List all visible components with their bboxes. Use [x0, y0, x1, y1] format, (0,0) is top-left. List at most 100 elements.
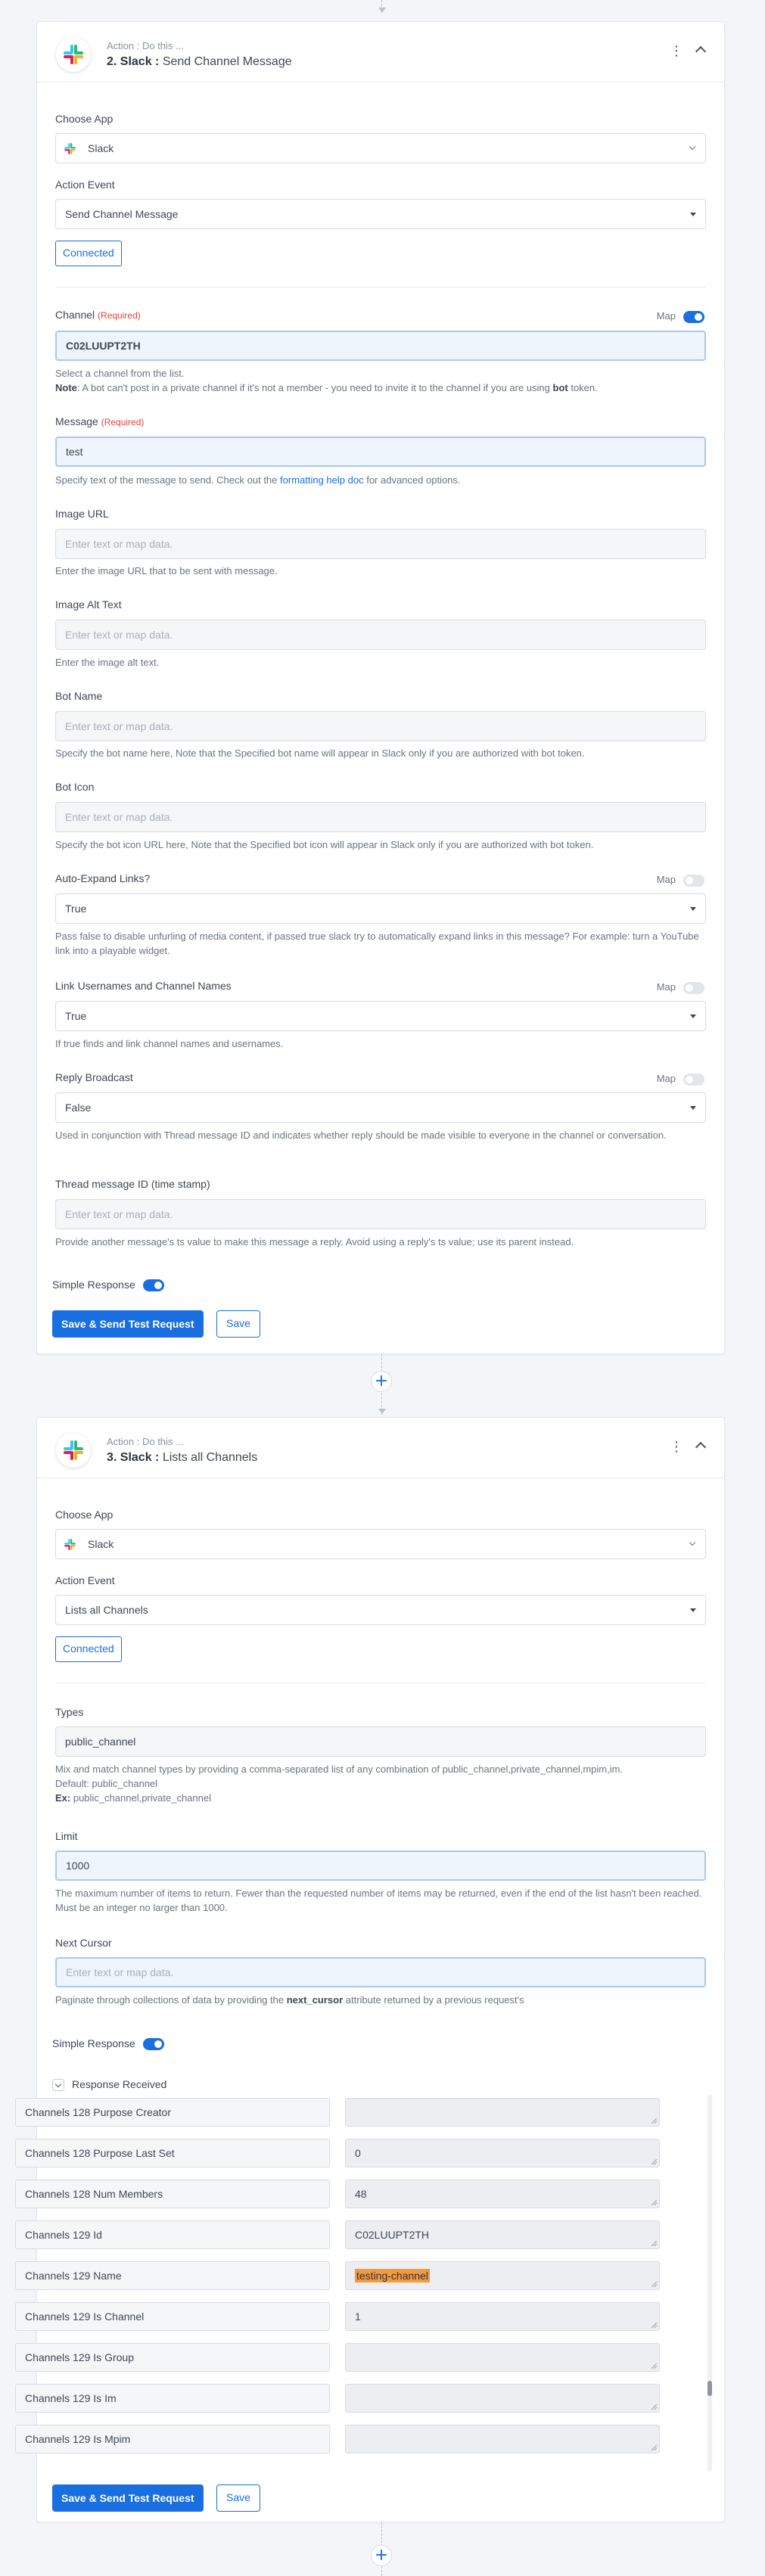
simple-response-toggle[interactable]: [142, 2038, 164, 2051]
limit-input[interactable]: 1000: [55, 1850, 706, 1881]
channel-help-note: Note: A bot can't post in a private chan…: [55, 381, 706, 395]
channel-input[interactable]: C02LUUPT2TH: [55, 331, 706, 361]
types-help-line2: Default: public_channel: [55, 1778, 158, 1789]
toggle-switch[interactable]: [683, 1073, 704, 1086]
choose-app-select[interactable]: Slack: [55, 133, 706, 163]
slack-logo: [56, 1433, 91, 1468]
simple-response[interactable]: Simple Response: [52, 2037, 164, 2051]
response-value[interactable]: 0: [345, 2139, 660, 2167]
image-alt-label: Image Alt Text: [55, 598, 122, 611]
map-toggle-channel[interactable]: Map: [657, 309, 704, 323]
link-names-select[interactable]: True: [55, 1001, 706, 1031]
action-event-label: Action Event: [55, 1574, 115, 1586]
save-send-test-button[interactable]: Save & Send Test Request: [52, 1310, 204, 1338]
response-scrollbar[interactable]: [707, 2095, 712, 2472]
caret-down-icon: [690, 1106, 696, 1110]
response-value[interactable]: [345, 2343, 660, 2372]
caret-down-icon: [690, 907, 696, 911]
map-label: Map: [656, 310, 676, 322]
note-text: : A bot can't post in a private channel …: [76, 382, 553, 393]
save-send-test-button[interactable]: Save & Send Test Request: [52, 2484, 204, 2512]
image-url-label: Image URL: [55, 508, 109, 520]
response-value[interactable]: 48: [345, 2180, 660, 2208]
image-alt-input[interactable]: Enter text or map data.: [55, 620, 706, 650]
auto-expand-label: Auto-Expand Links?: [55, 872, 151, 884]
save-button[interactable]: Save: [216, 1310, 260, 1338]
step-2-header[interactable]: Action : Do this ... 2. Slack : Send Cha…: [37, 22, 724, 82]
flow-arrow: [378, 1409, 386, 1414]
types-input[interactable]: public_channel: [55, 1726, 706, 1757]
map-label: Map: [656, 874, 676, 885]
save-button[interactable]: Save: [216, 2484, 260, 2512]
message-label-text: Message: [55, 415, 98, 427]
simple-response-toggle[interactable]: [142, 1279, 164, 1292]
map-toggle-link-names[interactable]: Map: [657, 980, 704, 994]
response-value[interactable]: [345, 2384, 660, 2413]
toggle-switch[interactable]: [683, 874, 704, 887]
bot-icon-help: Specify the bot icon URL here, Note that…: [55, 839, 594, 850]
image-url-input[interactable]: Enter text or map data.: [55, 529, 706, 559]
kebab-icon[interactable]: ⋮: [670, 45, 683, 58]
highlighted-value: testing-channel: [355, 2269, 430, 2282]
action-event-select[interactable]: Lists all Channels: [55, 1595, 706, 1625]
required-marker: (Required): [101, 417, 145, 427]
step-title-number: 3. Slack :: [107, 1451, 160, 1464]
map-toggle-auto-expand[interactable]: Map: [657, 873, 704, 887]
chevron-down-icon: [689, 143, 696, 151]
bot-icon-input[interactable]: Enter text or map data.: [55, 802, 706, 832]
toggle-switch[interactable]: [683, 981, 704, 994]
reply-broadcast-select[interactable]: False: [55, 1092, 706, 1123]
response-key: Channels 129 Is Channel: [15, 2302, 330, 2331]
response-row: Channels 129 Id C02LUUPT2TH: [15, 2220, 660, 2251]
simple-response[interactable]: Simple Response: [52, 1278, 164, 1292]
response-received-label: Response Received: [72, 2078, 167, 2090]
bot-name-input[interactable]: Enter text or map data.: [55, 711, 706, 741]
flow-arrow-top: [378, 8, 386, 13]
types-help: Mix and match channel types by providing…: [55, 1762, 706, 1805]
response-value[interactable]: 1: [345, 2302, 660, 2331]
thread-id-input[interactable]: Enter text or map data.: [55, 1199, 706, 1229]
next-cursor-label: Next Cursor: [55, 1937, 112, 1949]
response-received-toggle[interactable]: Response Received: [52, 2077, 167, 2092]
add-step-button[interactable]: +: [371, 1371, 392, 1392]
note-end: token.: [568, 382, 598, 393]
bot-name-label: Bot Name: [55, 690, 103, 702]
step-3-header[interactable]: Action : Do this ... 3. Slack : Lists al…: [37, 1418, 724, 1478]
app-name: Slack: [88, 142, 114, 154]
action-event-select[interactable]: Send Channel Message: [55, 199, 706, 229]
message-help-pre: Specify text of the message to send. Che…: [55, 474, 281, 486]
next-cursor-input[interactable]: Enter text or map data.: [55, 1957, 706, 1987]
slack-mini-icon: [64, 1539, 76, 1550]
response-value[interactable]: testing-channel: [345, 2261, 660, 2290]
response-value[interactable]: [345, 2425, 660, 2453]
thread-id-help: Provide another message's ts value to ma…: [55, 1236, 574, 1248]
link-names-help: If true finds and link channel names and…: [55, 1038, 284, 1049]
next-cursor-help-post: attribute returned by a previous request…: [343, 1994, 524, 2006]
response-row: Channels 129 Name testing-channel: [15, 2261, 660, 2292]
choose-app-label: Choose App: [55, 113, 114, 125]
response-value[interactable]: C02LUUPT2TH: [345, 2220, 660, 2249]
response-row: Channels 128 Purpose Creator: [15, 2098, 660, 2128]
bot-name-help: Specify the bot name here, Note that the…: [55, 747, 585, 759]
response-key: Channels 129 Is Group: [15, 2343, 330, 2372]
choose-app-select[interactable]: Slack: [55, 1529, 706, 1559]
response-key: Channels 129 Name: [15, 2261, 330, 2290]
auto-expand-select[interactable]: True: [55, 893, 706, 924]
connected-button[interactable]: Connected: [55, 1636, 122, 1662]
formatting-help-link[interactable]: formatting help doc: [280, 474, 364, 486]
connected-button[interactable]: Connected: [55, 241, 122, 266]
toggle-switch[interactable]: [683, 310, 704, 323]
add-step-button[interactable]: +: [371, 2545, 392, 2566]
chevron-up-icon[interactable]: [695, 45, 707, 57]
map-toggle-reply-broadcast[interactable]: Map: [657, 1072, 704, 1086]
map-label: Map: [656, 1073, 676, 1084]
message-input[interactable]: test: [55, 437, 706, 467]
example-text: public_channel,private_channel: [70, 1792, 211, 1804]
types-help-line1: Mix and match channel types by providing…: [55, 1763, 624, 1775]
scrollbar-thumb[interactable]: [707, 2381, 712, 2396]
response-row: Channels 129 Is Mpim: [15, 2425, 660, 2455]
limit-help: The maximum number of items to return. F…: [55, 1888, 702, 1913]
response-value[interactable]: [345, 2098, 660, 2127]
kebab-icon[interactable]: ⋮: [670, 1440, 683, 1454]
chevron-up-icon[interactable]: [695, 1441, 707, 1453]
